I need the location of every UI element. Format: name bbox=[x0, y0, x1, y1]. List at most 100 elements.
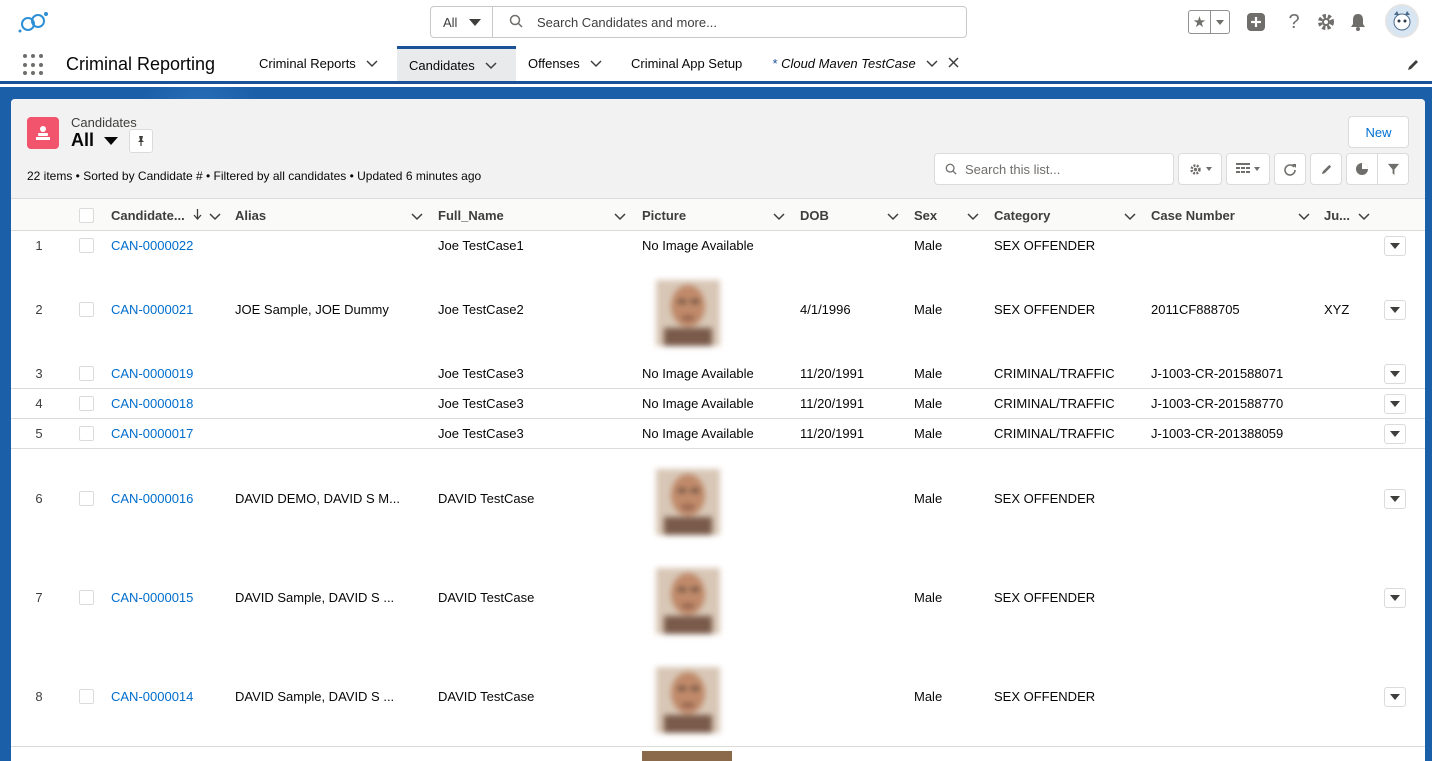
column-header-category[interactable]: Category bbox=[994, 199, 1136, 231]
chevron-down-icon[interactable] bbox=[209, 209, 221, 224]
column-header-jurisdiction[interactable]: Ju... bbox=[1324, 199, 1370, 231]
row-number: 5 bbox=[35, 426, 43, 441]
candidate-link[interactable]: CAN-0000022 bbox=[111, 231, 226, 260]
charts-button[interactable] bbox=[1346, 153, 1378, 185]
user-avatar[interactable] bbox=[1385, 4, 1419, 38]
cell-picture: No Image Available bbox=[642, 238, 754, 253]
row-actions-button[interactable] bbox=[1384, 236, 1406, 256]
list-search-input[interactable] bbox=[965, 161, 1165, 177]
app-launcher-icon[interactable] bbox=[23, 54, 45, 76]
cell-full-name: Joe TestCase3 bbox=[438, 426, 524, 441]
refresh-button[interactable] bbox=[1274, 153, 1306, 185]
cell-category: SEX OFFENDER bbox=[994, 590, 1096, 605]
column-header-alias[interactable]: Alias bbox=[235, 199, 423, 231]
cell-category: SEX OFFENDER bbox=[994, 689, 1096, 704]
app-logo[interactable] bbox=[16, 9, 52, 35]
list-view-selector[interactable]: All bbox=[71, 130, 119, 151]
search-scope-dropdown[interactable]: All bbox=[431, 7, 493, 37]
tab-criminal-reports[interactable]: Criminal Reports bbox=[247, 46, 390, 81]
select-all-checkbox[interactable] bbox=[79, 207, 94, 223]
cell-case-number: J-1003-CR-201388059 bbox=[1151, 426, 1284, 441]
help-icon[interactable]: ? bbox=[1283, 11, 1305, 33]
chevron-down-icon[interactable] bbox=[104, 136, 119, 145]
cell-dob bbox=[800, 647, 900, 746]
chevron-down-icon[interactable] bbox=[1124, 209, 1136, 224]
cell-full-name: DAVID TestCase bbox=[438, 590, 535, 605]
chevron-down-icon[interactable] bbox=[411, 209, 423, 224]
cell-case-number: J-1003-CR-201588770 bbox=[1151, 396, 1284, 411]
tab-cloud-maven-testcase[interactable]: * Cloud Maven TestCase bbox=[760, 46, 971, 81]
chevron-down-icon[interactable] bbox=[590, 56, 602, 71]
bell-icon[interactable] bbox=[1347, 11, 1369, 33]
select-all-checkbox-cell bbox=[79, 199, 99, 231]
candidate-link[interactable]: CAN-0000019 bbox=[111, 359, 226, 388]
cell-sex: Male bbox=[914, 689, 943, 704]
tab-criminal-app-setup[interactable]: Criminal App Setup bbox=[619, 46, 754, 81]
row-actions-button[interactable] bbox=[1384, 364, 1406, 384]
row-checkbox[interactable] bbox=[79, 302, 94, 317]
filter-button[interactable] bbox=[1377, 153, 1409, 185]
chevron-down-icon bbox=[1390, 496, 1400, 502]
chevron-down-icon[interactable] bbox=[926, 56, 938, 71]
add-icon[interactable] bbox=[1245, 11, 1267, 33]
row-checkbox[interactable] bbox=[79, 689, 94, 704]
row-actions-button[interactable] bbox=[1384, 687, 1406, 707]
column-header-candidate[interactable]: Candidate... bbox=[111, 199, 221, 231]
row-actions-button[interactable] bbox=[1384, 489, 1406, 509]
chevron-down-icon[interactable] bbox=[887, 209, 899, 224]
unsaved-marker: * bbox=[772, 56, 778, 71]
close-icon[interactable] bbox=[948, 56, 959, 71]
pin-list-view-button[interactable] bbox=[129, 129, 153, 153]
global-search-input[interactable] bbox=[537, 14, 937, 30]
row-checkbox[interactable] bbox=[79, 590, 94, 605]
row-actions-button[interactable] bbox=[1384, 424, 1406, 444]
candidate-link[interactable]: CAN-0000017 bbox=[111, 419, 226, 448]
tab-offenses[interactable]: Offenses bbox=[516, 46, 614, 81]
row-checkbox[interactable] bbox=[79, 396, 94, 411]
row-checkbox[interactable] bbox=[79, 238, 94, 253]
row-number: 7 bbox=[35, 590, 43, 605]
row-actions-button[interactable] bbox=[1384, 588, 1406, 608]
cell-jurisdiction bbox=[1324, 389, 1374, 418]
candidate-link[interactable]: CAN-0000018 bbox=[111, 389, 226, 418]
chevron-down-icon[interactable] bbox=[366, 56, 378, 71]
display-as-button[interactable] bbox=[1226, 153, 1270, 185]
favorites-dropdown[interactable] bbox=[1211, 11, 1229, 33]
candidate-photo bbox=[648, 647, 738, 746]
column-header-sex[interactable]: Sex bbox=[914, 199, 979, 231]
filter-icon bbox=[1387, 163, 1399, 175]
chevron-down-icon[interactable] bbox=[967, 209, 979, 224]
cell-jurisdiction bbox=[1324, 647, 1374, 746]
row-actions-button[interactable] bbox=[1384, 394, 1406, 414]
chevron-down-icon[interactable] bbox=[1358, 209, 1370, 224]
list-settings-button[interactable] bbox=[1178, 153, 1222, 185]
candidate-link[interactable]: CAN-0000016 bbox=[111, 449, 226, 548]
app-name: Criminal Reporting bbox=[66, 54, 216, 74]
cell-case-number: J-1003-CR-201588071 bbox=[1151, 366, 1284, 381]
new-button[interactable]: New bbox=[1348, 116, 1409, 148]
edit-nav-icon[interactable] bbox=[1406, 58, 1420, 75]
cell-dob bbox=[800, 231, 900, 260]
column-label: Ju... bbox=[1324, 207, 1351, 223]
row-checkbox[interactable] bbox=[79, 491, 94, 506]
column-header-dob[interactable]: DOB bbox=[800, 199, 899, 231]
star-icon[interactable]: ★ bbox=[1189, 11, 1211, 33]
tab-candidates[interactable]: Candidates bbox=[397, 46, 516, 81]
favorites-button[interactable]: ★ bbox=[1188, 10, 1230, 34]
row-actions-button[interactable] bbox=[1384, 300, 1406, 320]
chevron-down-icon[interactable] bbox=[1298, 209, 1310, 224]
cell-dob: 4/1/1996 bbox=[800, 302, 851, 317]
column-header-picture[interactable]: Picture bbox=[642, 199, 785, 231]
inline-edit-button[interactable] bbox=[1310, 153, 1342, 185]
row-checkbox[interactable] bbox=[79, 426, 94, 441]
chevron-down-icon[interactable] bbox=[614, 209, 626, 224]
column-header-full-name[interactable]: Full_Name bbox=[438, 199, 626, 231]
chevron-down-icon[interactable] bbox=[485, 58, 497, 73]
candidate-link[interactable]: CAN-0000021 bbox=[111, 260, 226, 359]
candidate-link[interactable]: CAN-0000015 bbox=[111, 548, 226, 647]
candidate-link[interactable]: CAN-0000014 bbox=[111, 647, 226, 746]
chevron-down-icon[interactable] bbox=[773, 209, 785, 224]
row-checkbox[interactable] bbox=[79, 366, 94, 381]
column-header-case-number[interactable]: Case Number bbox=[1151, 199, 1310, 231]
gear-icon[interactable] bbox=[1315, 11, 1337, 33]
